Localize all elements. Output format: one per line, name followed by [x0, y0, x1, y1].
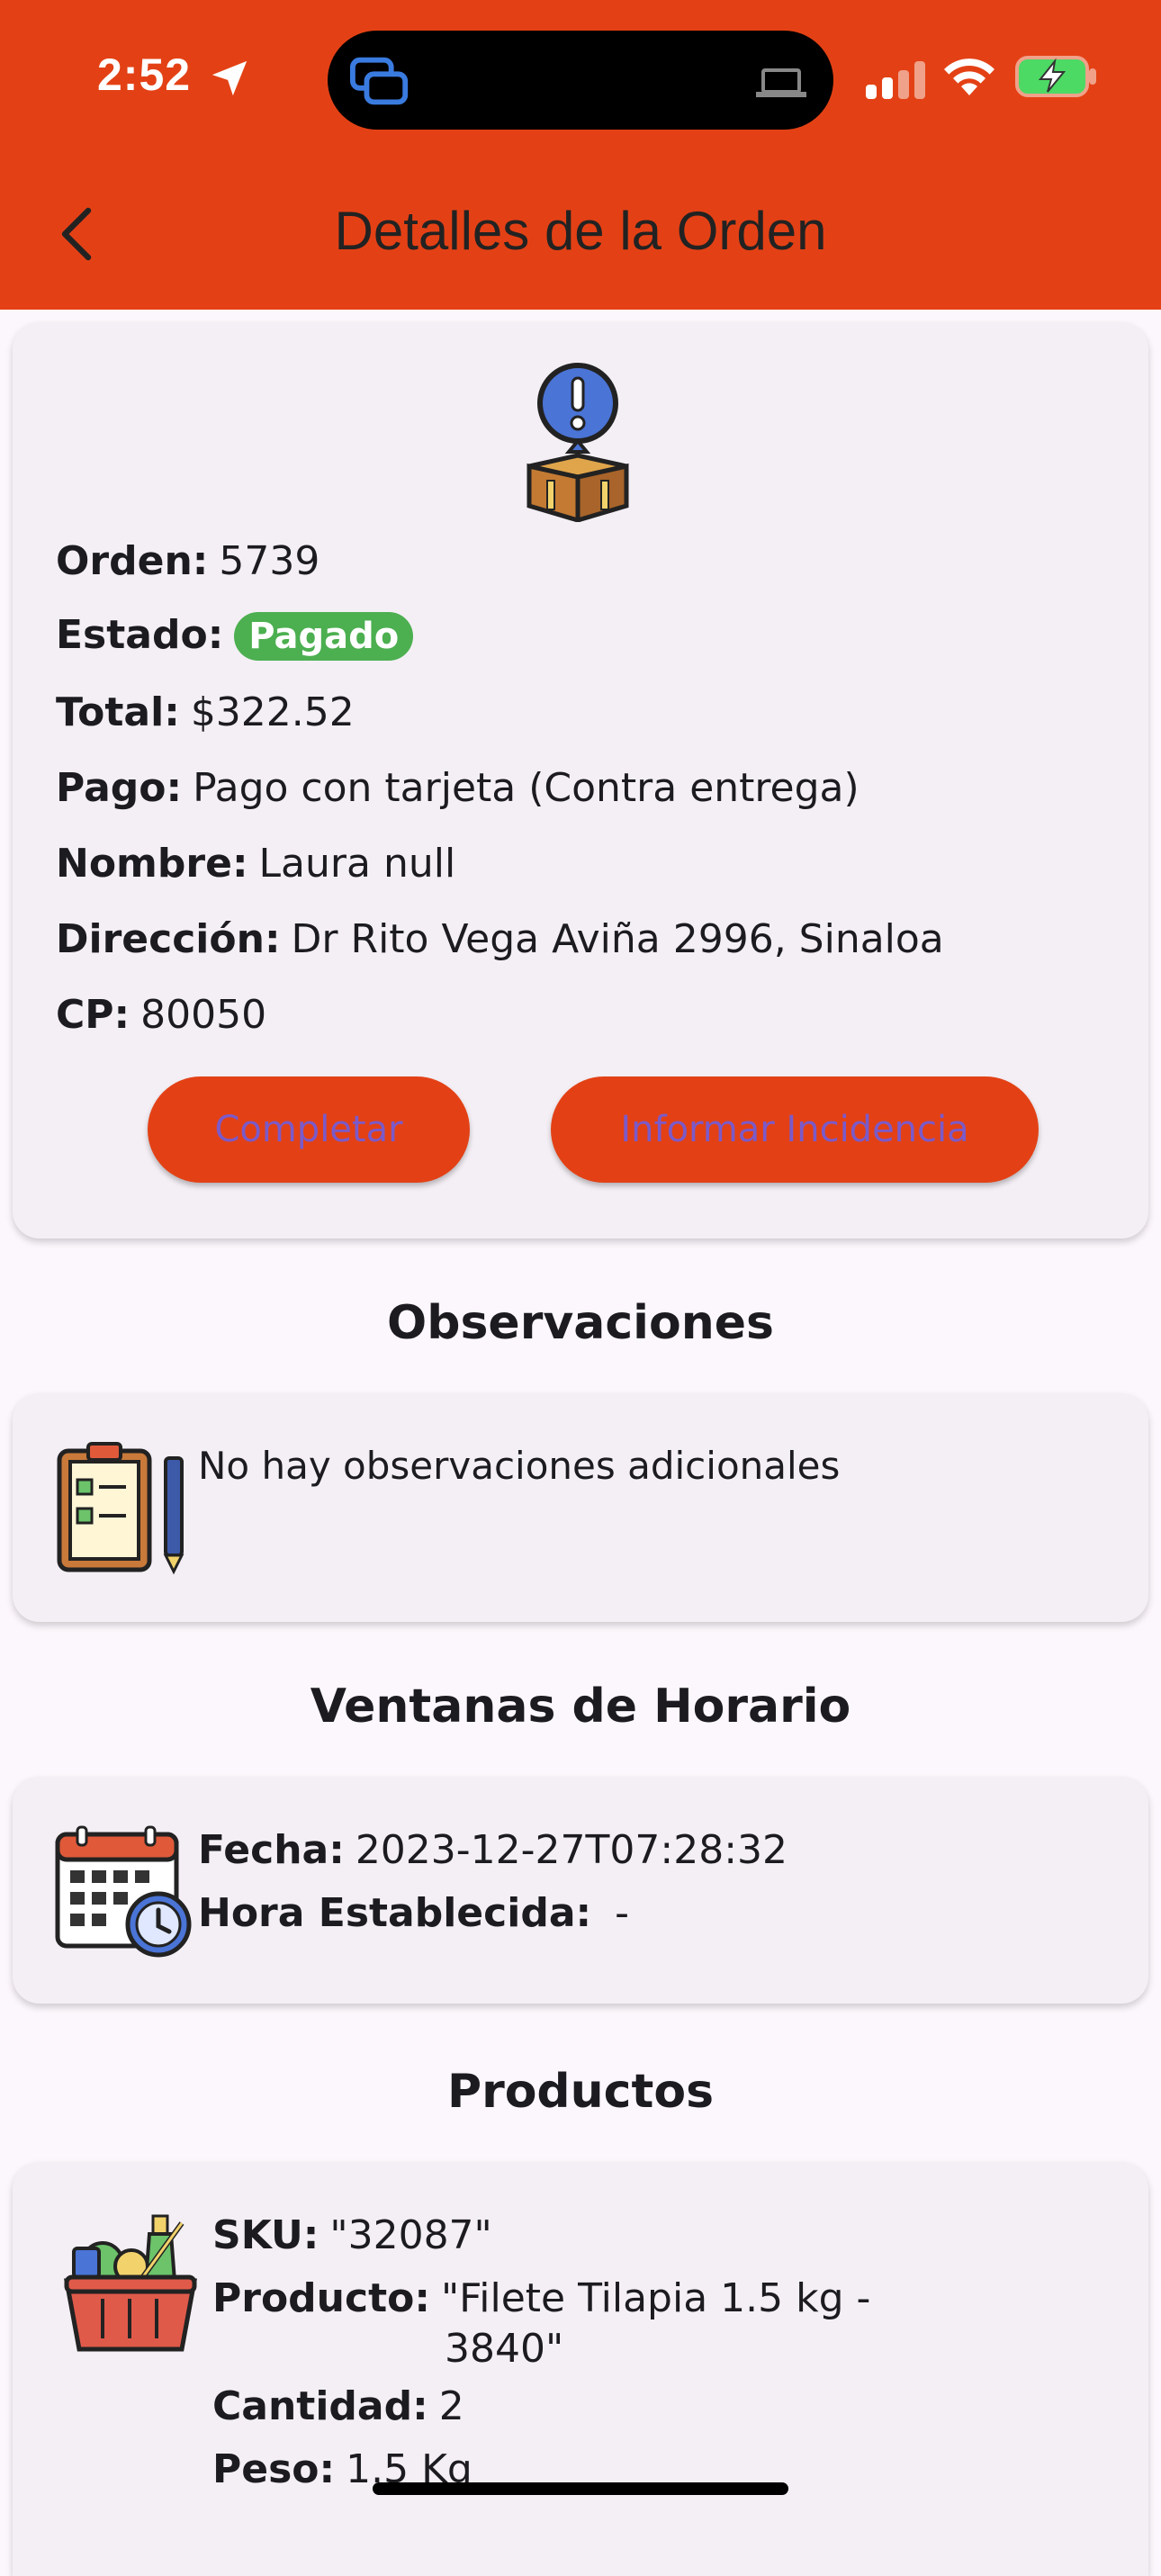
sku-row: SKU: "32087" [212, 2212, 492, 2258]
home-indicator[interactable] [373, 2482, 788, 2495]
page-title: Detalles de la Orden [334, 201, 827, 261]
payment-label: Pago: [56, 765, 183, 811]
signal-icon [866, 61, 925, 99]
observations-card: No hay observaciones adicionales [13, 1393, 1148, 1622]
address-value: Dr Rito Vega Aviña 2996, Sinaloa [291, 916, 944, 962]
quantity-value: 2 [438, 2383, 464, 2429]
time-value: - [615, 1890, 629, 1936]
order-details-card: Orden: 5739 Estado: Pagado Total: $322.52 P… [13, 322, 1148, 1238]
order-number-value: 5739 [219, 538, 320, 584]
status-time: 2:52 [97, 50, 192, 100]
order-number-row: Orden: 5739 [56, 538, 320, 584]
weight-label: Peso: [212, 2446, 336, 2492]
calendar-clock-icon [55, 1825, 192, 1958]
name-row: Nombre: Laura null [56, 841, 455, 887]
date-label: Fecha: [198, 1827, 345, 1873]
postal-code-value: 80050 [140, 992, 267, 1038]
quantity-label: Cantidad: [212, 2383, 428, 2429]
report-incident-button[interactable]: Informar Incidencia [551, 1076, 1039, 1183]
dynamic-island [328, 31, 833, 130]
address-row: Dirección: Dr Rito Vega Aviña 2996, Sinal… [56, 916, 944, 962]
status-badge: Pagado [234, 612, 414, 661]
date-value: 2023-12-27T07:28:32 [355, 1827, 788, 1873]
name-label: Nombre: [56, 841, 248, 887]
time-label: Hora Establecida: [198, 1890, 592, 1936]
total-value: $322.52 [190, 689, 355, 735]
payment-value: Pago con tarjeta (Contra entrega) [193, 765, 860, 811]
payment-row: Pago: Pago con tarjeta (Contra entrega) [56, 765, 860, 811]
status-label: Estado: [56, 612, 224, 658]
clipboard-checklist-icon [57, 1442, 184, 1575]
app-header: 2:52 Detalles de la Orden [0, 0, 1161, 310]
total-label: Total: [56, 689, 180, 735]
product-name-label: Producto: [212, 2275, 430, 2321]
product-card: SKU: "32087" Producto: "Filete Tilapia 1.5… [13, 2162, 1148, 2576]
quantity-row: Cantidad: 2 [212, 2383, 464, 2429]
order-number-label: Orden: [56, 538, 209, 584]
product-name-row: Producto: "Filete Tilapia 1.5 kg - [212, 2275, 870, 2321]
product-name-value: "Filete Tilapia 1.5 kg - [440, 2275, 871, 2321]
date-row: Fecha: 2023-12-27T07:28:32 [198, 1827, 788, 1873]
product-name-line2: 3840" [445, 2326, 564, 2372]
wifi-icon [944, 59, 994, 95]
postal-code-row: CP: 80050 [56, 992, 266, 1038]
sku-label: SKU: [212, 2212, 320, 2258]
postal-code-label: CP: [56, 992, 130, 1038]
sku-value: "32087" [329, 2212, 492, 2258]
observations-title: Observaciones [387, 1296, 774, 1350]
status-row: Estado: Pagado [56, 612, 414, 661]
address-label: Dirección: [56, 916, 281, 962]
location-arrow-icon [212, 60, 248, 96]
screen-share-icon [349, 57, 409, 105]
schedule-card: Fecha: 2023-12-27T07:28:32 Hora Estableci… [13, 1777, 1148, 2004]
time-row: Hora Establecida: - [198, 1890, 629, 1936]
grocery-basket-icon [63, 2214, 198, 2352]
order-box-alert-icon [526, 363, 629, 522]
schedule-title: Ventanas de Horario [310, 1680, 851, 1734]
products-title: Productos [446, 2065, 715, 2119]
laptop-icon [756, 68, 806, 97]
observations-text: No hay observaciones adicionales [198, 1444, 841, 1488]
total-row: Total: $322.52 [56, 689, 355, 735]
complete-button[interactable]: Completar [148, 1076, 470, 1183]
name-value: Laura null [258, 841, 456, 887]
battery-charging-icon [1015, 56, 1096, 97]
